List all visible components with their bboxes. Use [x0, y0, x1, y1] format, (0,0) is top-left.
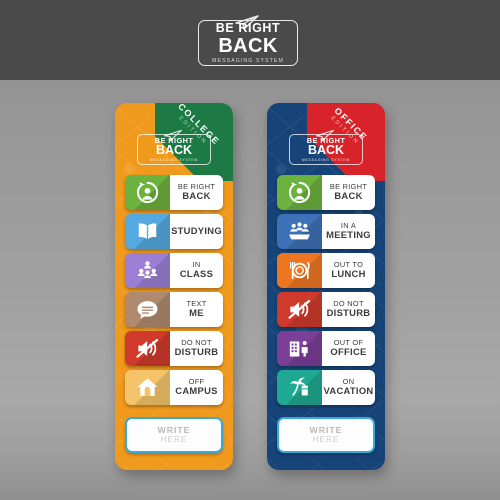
card-logo-text: BE RIGHT BACK MESSAGING SYSTEM: [289, 134, 363, 165]
open-book-icon: [125, 214, 170, 249]
status-button-label: OUT OF OFFICE: [322, 331, 375, 366]
brand-line1: BE RIGHT: [215, 21, 281, 36]
status-button-label: DO NOT DISTURB: [322, 292, 375, 327]
status-button-lunch[interactable]: OUT TO LUNCH: [277, 253, 375, 288]
status-button-label: BE RIGHT BACK: [322, 175, 375, 210]
status-button-back[interactable]: BE RIGHT BACK: [125, 175, 223, 210]
write-here-field[interactable]: WRITE HERE: [277, 417, 375, 453]
brand-tagline: MESSAGING SYSTEM: [212, 57, 284, 64]
card-logo: BE RIGHT BACK MESSAGING SYSTEM: [137, 129, 211, 165]
status-button-list: BE RIGHT BACK IN A MEETING OUT TO LUNCH …: [277, 175, 375, 409]
card-office: OFFICE EDITION BE RIGHT BACK MESSAGING S…: [267, 103, 385, 470]
button-label-line2: MEETING: [326, 229, 371, 241]
muted-speaker-icon: [125, 331, 170, 366]
status-button-label: IN A MEETING: [322, 214, 375, 249]
button-label-line2: DISTURB: [174, 346, 219, 358]
status-button-studying[interactable]: STUDYING: [125, 214, 223, 249]
card-logo-line2: BACK: [307, 143, 345, 158]
status-button-back[interactable]: BE RIGHT BACK: [277, 175, 375, 210]
status-button-list: BE RIGHT BACK STUDYING IN CLASS TEXT ME …: [125, 175, 223, 409]
card-logo-tagline: MESSAGING SYSTEM: [301, 157, 351, 162]
status-button-label: ON VACATION: [322, 370, 375, 405]
button-label-line2: CLASS: [179, 268, 214, 280]
status-button-label: IN CLASS: [170, 253, 223, 288]
status-button-vacation[interactable]: ON VACATION: [277, 370, 375, 405]
meeting-people-icon: [277, 214, 322, 249]
screenshot-root: BE RIGHT BACK MESSAGING SYSTEM COLLEGE E…: [0, 0, 500, 500]
button-label-line2: BACK: [334, 190, 363, 202]
status-button-label: OFF CAMPUS: [170, 370, 223, 405]
button-label-line2: ME: [189, 307, 204, 319]
person-refresh-icon: [277, 175, 322, 210]
status-button-me[interactable]: TEXT ME: [125, 292, 223, 327]
status-button-label: OUT TO LUNCH: [322, 253, 375, 288]
muted-speaker-icon: [277, 292, 322, 327]
status-button-disturb[interactable]: DO NOT DISTURB: [277, 292, 375, 327]
write-here-line2: HERE: [312, 435, 340, 445]
house-icon: [125, 370, 170, 405]
button-label-line2: CAMPUS: [175, 385, 218, 397]
brand-logo-text: BE RIGHT BACK MESSAGING SYSTEM: [198, 20, 298, 66]
status-button-meeting[interactable]: IN A MEETING: [277, 214, 375, 249]
person-refresh-icon: [125, 175, 170, 210]
status-button-campus[interactable]: OFF CAMPUS: [125, 370, 223, 405]
brand-line2: BACK: [218, 34, 278, 57]
status-button-label: TEXT ME: [170, 292, 223, 327]
office-building-icon: [277, 331, 322, 366]
chat-bubble-icon: [125, 292, 170, 327]
button-label-line2: LUNCH: [331, 268, 366, 280]
status-button-label: DO NOT DISTURB: [170, 331, 223, 366]
button-label-line2: VACATION: [323, 385, 374, 397]
card-logo-text: BE RIGHT BACK MESSAGING SYSTEM: [137, 134, 211, 165]
card-logo: BE RIGHT BACK MESSAGING SYSTEM: [289, 129, 363, 165]
classroom-people-icon: [125, 253, 170, 288]
palm-beach-icon: [277, 370, 322, 405]
plate-cutlery-icon: [277, 253, 322, 288]
button-label-line2: DISTURB: [326, 307, 371, 319]
card-college: COLLEGE EDITION BE RIGHT BACK MESSAGING …: [115, 103, 233, 470]
status-button-label: BE RIGHT BACK: [170, 175, 223, 210]
brand-logo: BE RIGHT BACK MESSAGING SYSTEM: [198, 14, 302, 68]
status-button-label: STUDYING: [170, 214, 223, 249]
status-button-class[interactable]: IN CLASS: [125, 253, 223, 288]
write-here-line2: HERE: [160, 435, 188, 445]
button-label-line2: OFFICE: [330, 346, 367, 358]
card-logo-line2: BACK: [155, 143, 193, 158]
write-here-line1: WRITE: [157, 424, 191, 435]
card-logo-tagline: MESSAGING SYSTEM: [149, 157, 199, 162]
write-here-line1: WRITE: [309, 424, 343, 435]
button-label-line2: BACK: [182, 190, 211, 202]
write-here-field[interactable]: WRITE HERE: [125, 417, 223, 453]
button-label: STUDYING: [171, 225, 222, 237]
status-button-disturb[interactable]: DO NOT DISTURB: [125, 331, 223, 366]
status-button-office[interactable]: OUT OF OFFICE: [277, 331, 375, 366]
